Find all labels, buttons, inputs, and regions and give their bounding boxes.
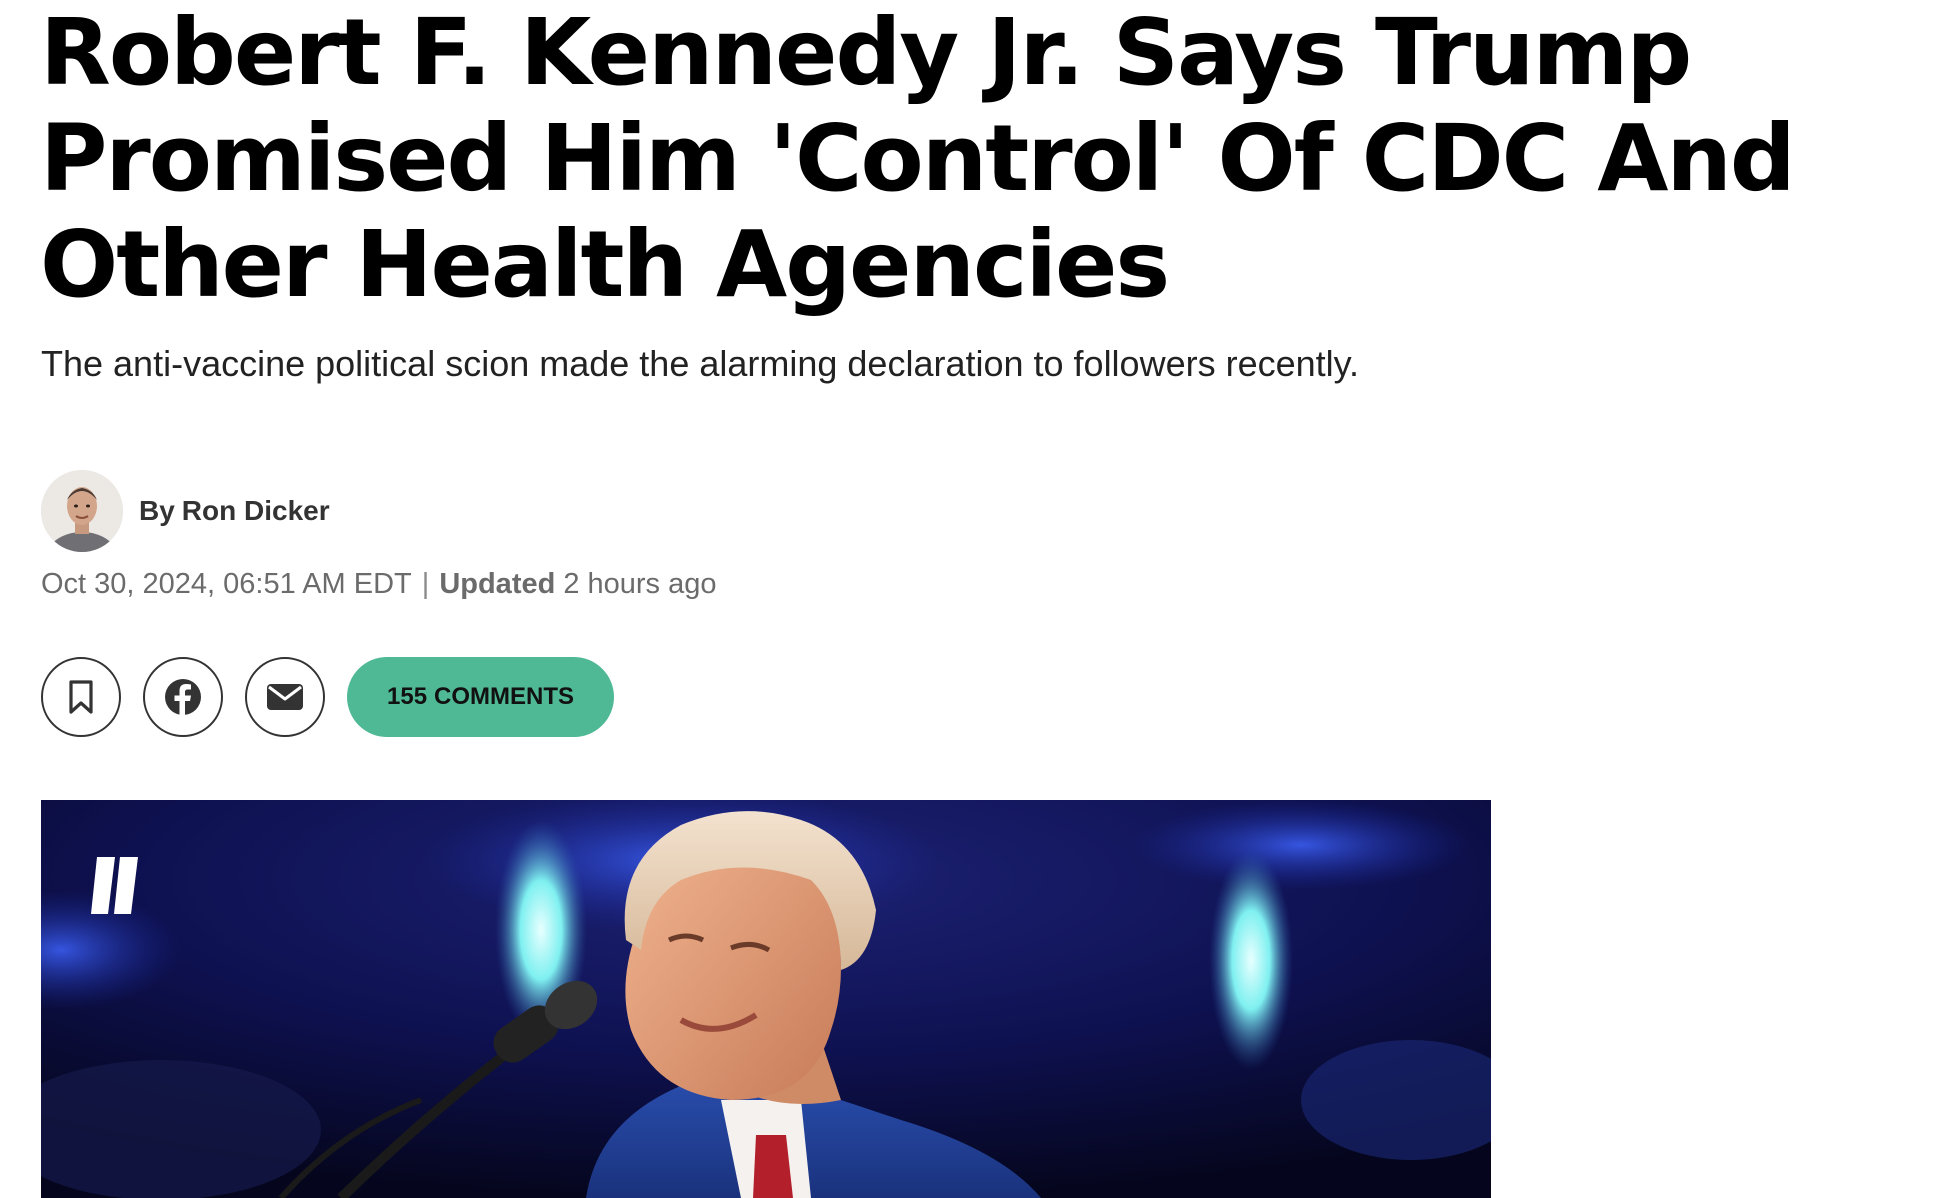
byline-prefix: By [139, 495, 175, 526]
dateline-separator: | [421, 568, 430, 600]
email-share-button[interactable] [245, 657, 325, 737]
share-actions: 155 COMMENTS [41, 656, 615, 738]
author-name-block[interactable]: By Ron Dicker [139, 495, 330, 527]
facebook-icon [165, 679, 201, 716]
dateline: Oct 30, 2024, 06:51 AM EDT | Updated 2 hour… [41, 568, 716, 601]
facebook-share-button[interactable] [143, 657, 223, 737]
updated-label: Updated [439, 568, 556, 600]
published-timestamp: Oct 30, 2024, 06:51 AM EDT [41, 568, 412, 600]
comments-button[interactable]: 155 COMMENTS [347, 657, 615, 737]
comments-count: 155 [387, 683, 428, 710]
email-icon [267, 684, 303, 710]
bookmark-button[interactable] [41, 657, 121, 737]
author-name[interactable]: Ron Dicker [182, 495, 330, 526]
updated-timestamp: 2 hours ago [563, 568, 717, 600]
comments-label: COMMENTS [434, 683, 575, 710]
bookmark-icon [69, 680, 93, 714]
author-avatar[interactable] [41, 470, 123, 552]
byline: By Ron Dicker [41, 470, 330, 552]
hero-image[interactable] [41, 800, 1491, 1198]
article-subheadline: The anti-vaccine political scion made th… [41, 343, 1359, 384]
article-headline: Robert F. Kennedy Jr. Says Trump Promise… [40, 0, 1796, 318]
